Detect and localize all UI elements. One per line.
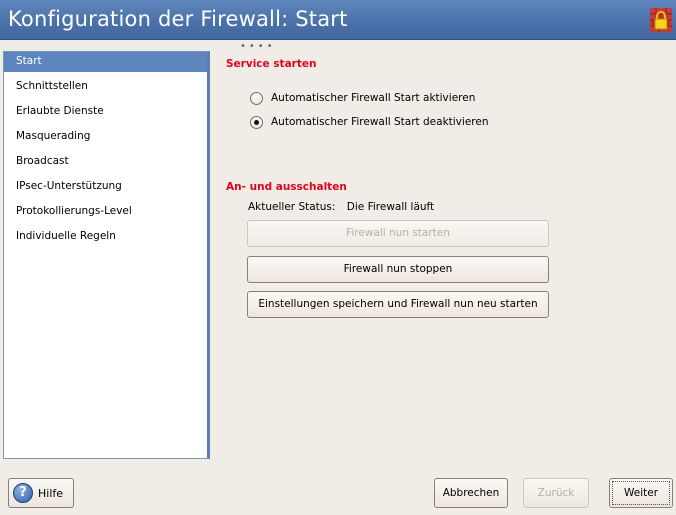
button-bar: ? Hilfe Abbrechen Zurück Weiter	[0, 461, 676, 515]
start-firewall-button[interactable]: Firewall nun starten	[247, 220, 549, 247]
next-button[interactable]: Weiter	[609, 478, 673, 508]
status-value: Die Firewall läuft	[346, 201, 435, 213]
switch-section-title: An- und ausschalten	[226, 181, 347, 193]
radio-label-disable: Automatischer Firewall Start deaktiviere…	[271, 116, 489, 128]
sidebar-item-ipsec[interactable]: IPsec-Unterstützung	[4, 175, 207, 200]
sidebar-item-masquerading[interactable]: Masquerading	[4, 125, 207, 150]
cancel-button[interactable]: Abbrechen	[434, 478, 508, 508]
stop-firewall-button[interactable]: Firewall nun stoppen	[247, 256, 549, 283]
decorative-dots: ••••	[240, 41, 276, 52]
help-label: Hilfe	[38, 486, 64, 500]
radio-label-enable: Automatischer Firewall Start aktivieren	[271, 92, 476, 104]
status-label: Aktueller Status:	[248, 201, 336, 213]
sidebar-item-start[interactable]: Start	[4, 52, 207, 72]
radio-autostart-disable[interactable]: Automatischer Firewall Start deaktiviere…	[250, 114, 488, 130]
help-icon: ?	[13, 483, 33, 503]
radio-button-unchecked[interactable]	[250, 91, 263, 105]
radio-button-checked[interactable]	[250, 115, 263, 129]
sidebar-item-protokollierung[interactable]: Protokollierungs-Level	[4, 200, 207, 225]
main-panel: •••• Service starten Automatischer Firew…	[212, 41, 676, 461]
help-button[interactable]: ? Hilfe	[8, 478, 74, 508]
window-title: Konfiguration der Firewall: Start	[8, 7, 348, 31]
back-button[interactable]: Zurück	[523, 478, 589, 508]
sidebar-item-individuelle-regeln[interactable]: Individuelle Regeln	[4, 225, 207, 250]
sidebar-item-schnittstellen[interactable]: Schnittstellen	[4, 75, 207, 100]
status-row: Aktueller Status: Die Firewall läuft	[248, 201, 434, 213]
lock-icon	[650, 8, 672, 32]
radio-autostart-enable[interactable]: Automatischer Firewall Start aktivieren	[250, 90, 475, 106]
service-section-title: Service starten	[226, 58, 317, 70]
sidebar-nav: Start Schnittstellen Erlaubte Dienste Ma…	[3, 51, 210, 459]
sidebar-item-erlaubte-dienste[interactable]: Erlaubte Dienste	[4, 100, 207, 125]
window-titlebar: Konfiguration der Firewall: Start	[0, 0, 676, 40]
save-restart-button[interactable]: Einstellungen speichern und Firewall nun…	[247, 291, 549, 318]
sidebar-item-broadcast[interactable]: Broadcast	[4, 150, 207, 175]
